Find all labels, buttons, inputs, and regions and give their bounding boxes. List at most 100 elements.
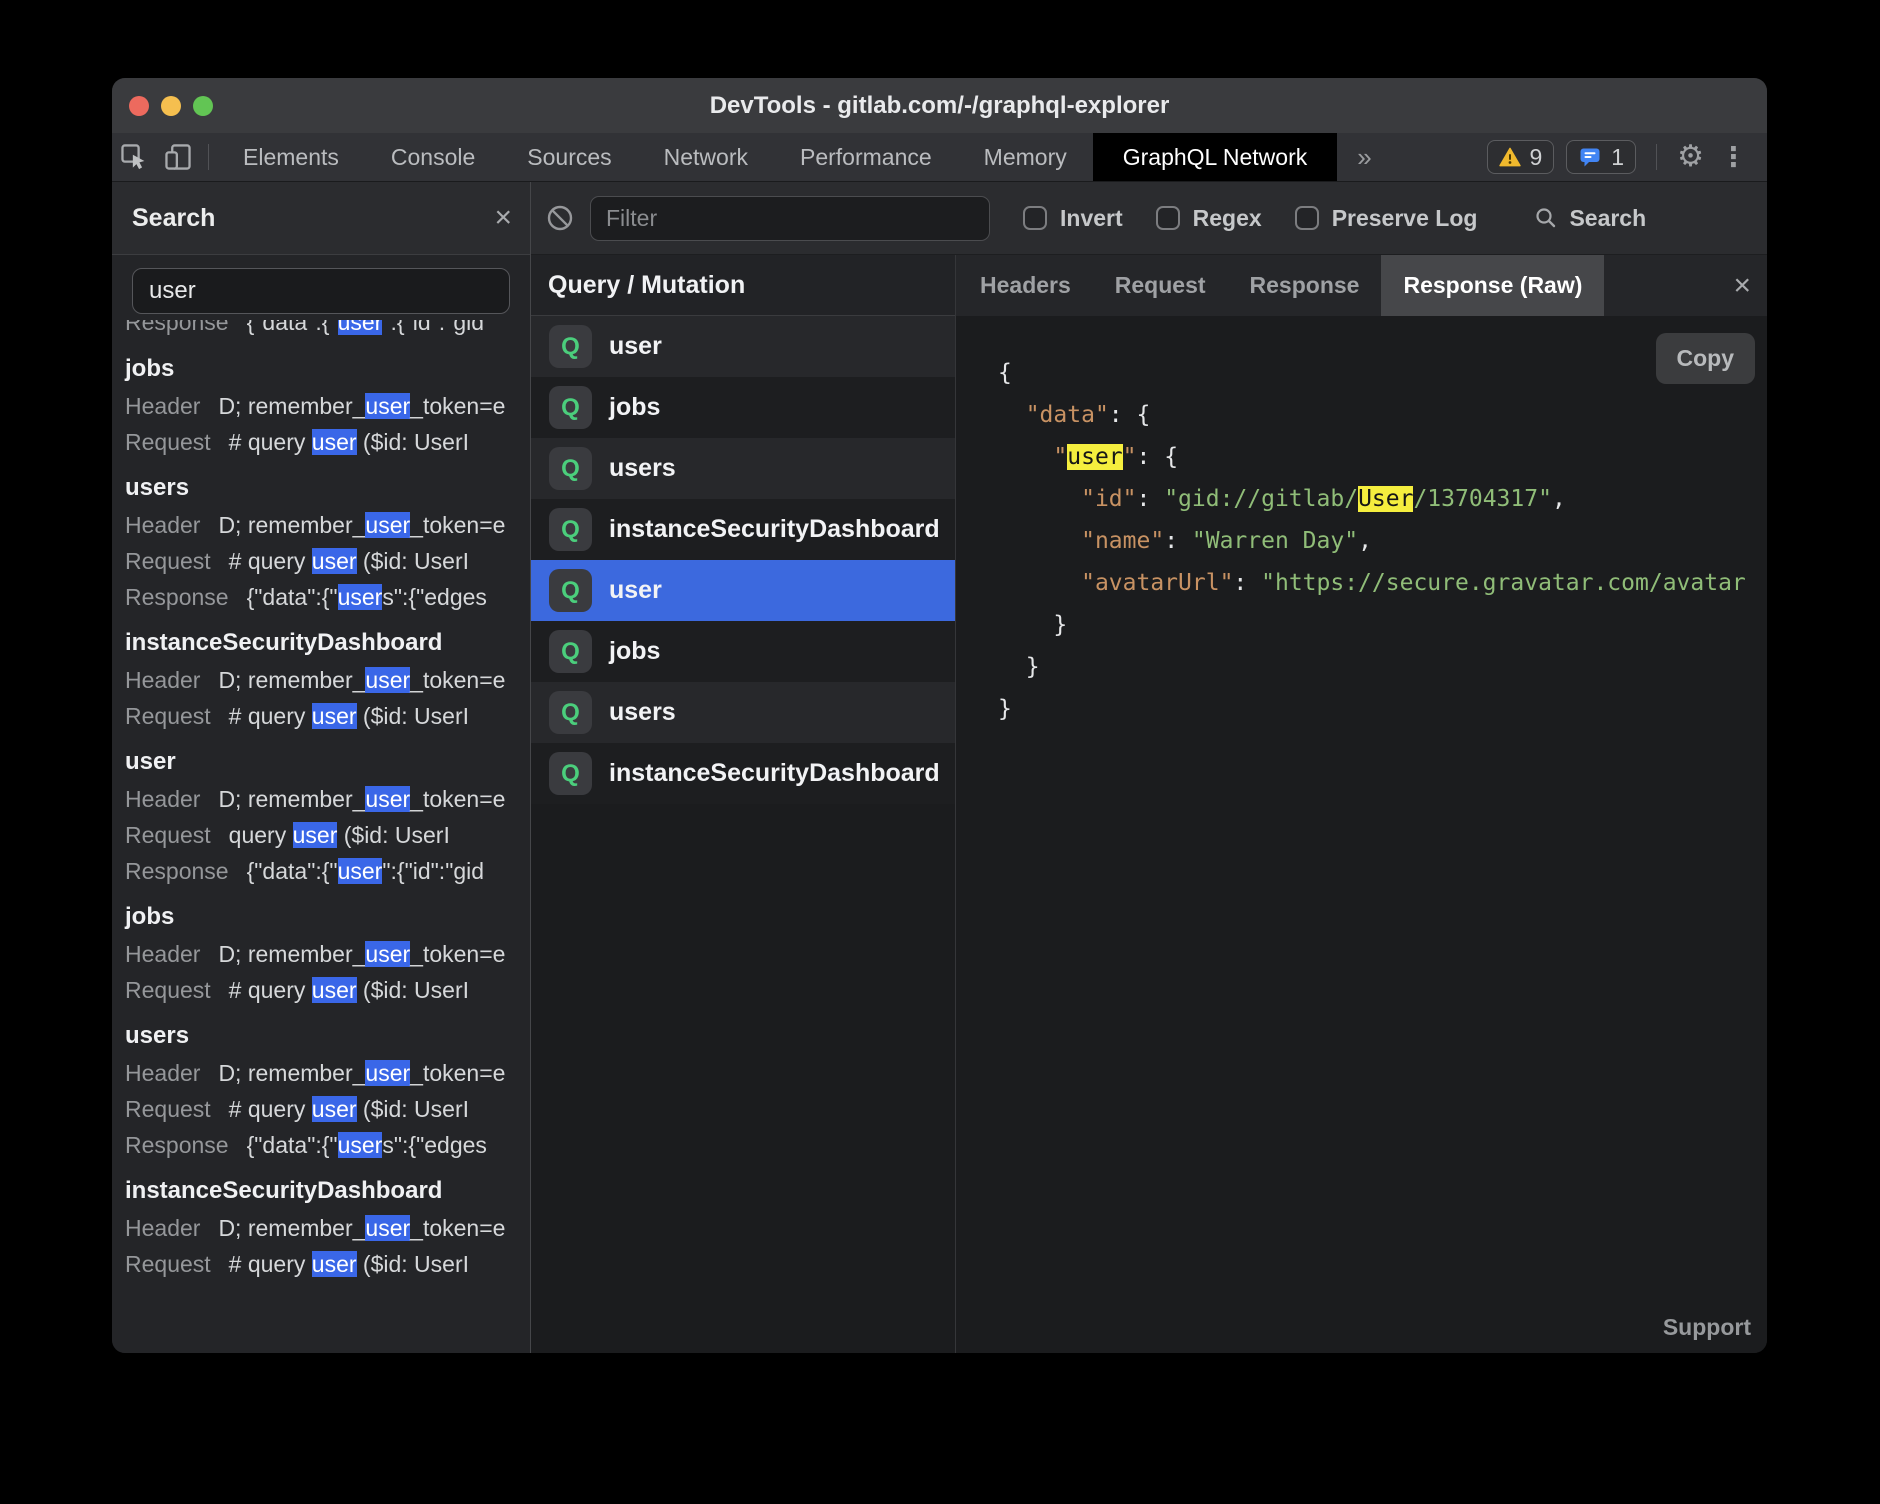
tab-performance[interactable]: Performance [774,133,958,181]
tab-graphql-network[interactable]: GraphQL Network [1093,133,1338,181]
support-link[interactable]: Support [1663,1314,1751,1341]
search-result-line[interactable]: Requestquery user ($id: UserI [125,817,530,853]
tab-headers[interactable]: Headers [958,255,1093,316]
json-line: "data": { [998,394,1767,436]
json-line: } [998,646,1767,688]
device-toolbar-icon[interactable] [156,133,200,181]
more-tabs-chevron[interactable]: » [1337,142,1391,173]
search-result-line[interactable]: Response {"data":{"users":{"edges [125,1127,530,1163]
search-result-line[interactable]: Response{"data":{"users":{"edges [125,579,530,615]
search-result-line[interactable]: Header D; remember_user_token=e [125,936,530,972]
search-result-line[interactable]: Request# query user ($id: UserI [125,543,530,579]
query-row-users[interactable]: Q users [531,438,955,499]
close-window-button[interactable] [129,96,149,116]
result-line-label: Request [125,1096,211,1122]
regex-checkbox-group: Regex [1156,205,1262,232]
search-result-line[interactable]: Request# query user ($id: UserI [125,698,530,734]
regex-checkbox[interactable] [1156,206,1180,230]
devtools-window: DevTools - gitlab.com/-/graphql-explorer… [112,78,1767,1353]
result-line-text: # query user ($id: UserI [229,977,469,1003]
messages-badge[interactable]: 1 [1566,140,1636,174]
result-line-text: D; remember_user_token=e [218,941,505,967]
query-type-badge: Q [549,691,592,734]
search-result-line[interactable]: Header D; remember_user_token=e [125,388,530,424]
result-line-text: {"data":{"user":{"id":"gid [247,858,484,884]
result-line-label: Request [125,703,211,729]
query-row-user[interactable]: Q user [531,316,955,377]
result-line-label: Response [125,1132,229,1158]
tab-sources[interactable]: Sources [501,133,637,181]
search-result-section: users HeaderD; remember_user_token=e Req… [125,471,530,615]
close-detail-panel-icon[interactable]: × [1733,271,1751,301]
search-input[interactable] [132,268,510,314]
response-raw-body: Copy { "data": { "user": { "id": "gid://… [956,316,1767,1353]
warning-icon [1499,147,1521,167]
network-region: Invert Regex Preserve Log [531,182,1767,1353]
maximize-window-button[interactable] [193,96,213,116]
result-line-text: D; remember_user_token=e [218,786,505,812]
preserve-log-checkbox[interactable] [1295,206,1319,230]
result-line-label: Header [125,786,200,812]
result-line-label: Request [125,822,211,848]
query-row-jobs[interactable]: Q jobs [531,377,955,438]
query-row-user-selected[interactable]: Q user [531,560,955,621]
search-result-section: instanceSecurityDashboard HeaderD; remem… [125,1174,530,1282]
filter-input[interactable] [590,196,990,241]
search-result-line[interactable]: Request# query user ($id: UserI [125,424,530,460]
warnings-badge[interactable]: 9 [1487,140,1555,174]
query-row-instance-security-dashboard[interactable]: Q instanceSecurityDashboard [531,499,955,560]
tab-elements[interactable]: Elements [217,133,365,181]
tab-network[interactable]: Network [638,133,774,181]
search-result-partial-row[interactable]: Response{"data":{"user":{"id":"gid [125,320,530,341]
search-result-line[interactable]: Header D; remember_user_token=e [125,507,530,543]
search-result-line[interactable]: HeaderD; remember_user_token=e [125,1210,530,1246]
search-panel: Search × Response{"data":{"user":{"id":"… [112,182,531,1353]
close-search-panel-icon[interactable]: × [494,203,512,233]
response-raw-json: { "data": { "user": { "id": "gid://gitla… [956,316,1767,1353]
lower-panels: Query / Mutation Q user Q jobs Q [531,255,1767,1353]
tab-response[interactable]: Response [1228,255,1382,316]
search-result-line[interactable]: Request# query user ($id: UserI [125,1246,530,1282]
result-section-heading: instanceSecurityDashboard [125,1174,530,1207]
query-type-badge: Q [549,508,592,551]
settings-gear-icon[interactable]: ⚙ [1677,142,1704,172]
search-result-line[interactable]: Response{"data":{"user":{"id":"gid [125,853,530,889]
search-results: Response{"data":{"user":{"id":"gid jobs … [112,318,530,1353]
tab-memory[interactable]: Memory [958,133,1093,181]
result-line-label: Header [125,1060,200,1086]
result-line-text: D; remember_user_token=e [218,393,505,419]
query-row-users[interactable]: Q users [531,682,955,743]
preserve-log-checkbox-group: Preserve Log [1295,205,1478,232]
filter-toolbar: Invert Regex Preserve Log [531,182,1767,255]
detail-panel: Headers Request Response Response (Raw) … [956,255,1767,1353]
search-result-line[interactable]: HeaderD; remember_user_token=e [125,662,530,698]
invert-checkbox[interactable] [1023,206,1047,230]
result-line-label: Header [125,393,200,419]
toolbar-search-button[interactable]: Search [1533,205,1646,232]
search-result-line[interactable]: Header D; remember_user_token=e [125,781,530,817]
query-row-instance-security-dashboard[interactable]: Q instanceSecurityDashboard [531,743,955,804]
json-line: "name": "Warren Day", [998,520,1767,562]
tab-console[interactable]: Console [365,133,501,181]
preserve-log-label[interactable]: Preserve Log [1332,205,1478,232]
tab-request[interactable]: Request [1093,255,1228,316]
result-line-text: D; remember_user_token=e [218,512,505,538]
result-line-text: {"data":{"users":{"edges [247,1132,487,1158]
minimize-window-button[interactable] [161,96,181,116]
kebab-menu-icon[interactable]: ⋮ [1716,144,1751,171]
search-result-line[interactable]: Request# query user ($id: UserI [125,1091,530,1127]
query-row-jobs[interactable]: Q jobs [531,621,955,682]
result-line-label: Header [125,512,200,538]
chat-bubble-icon [1578,145,1602,169]
invert-label[interactable]: Invert [1060,205,1123,232]
tab-response-raw[interactable]: Response (Raw) [1381,255,1604,316]
clear-list-icon[interactable] [545,203,575,233]
search-result-line[interactable]: HeaderD; remember_user_token=e [125,1055,530,1091]
tabbar-right-cluster: 9 1 ⚙ ⋮ [1487,140,1752,174]
regex-label[interactable]: Regex [1193,205,1262,232]
search-panel-title: Search [132,204,215,233]
inspect-element-icon[interactable] [112,133,156,181]
copy-button[interactable]: Copy [1656,333,1756,384]
search-result-line[interactable]: Request# query user ($id: UserI [125,972,530,1008]
result-line-label: Header [125,941,200,967]
